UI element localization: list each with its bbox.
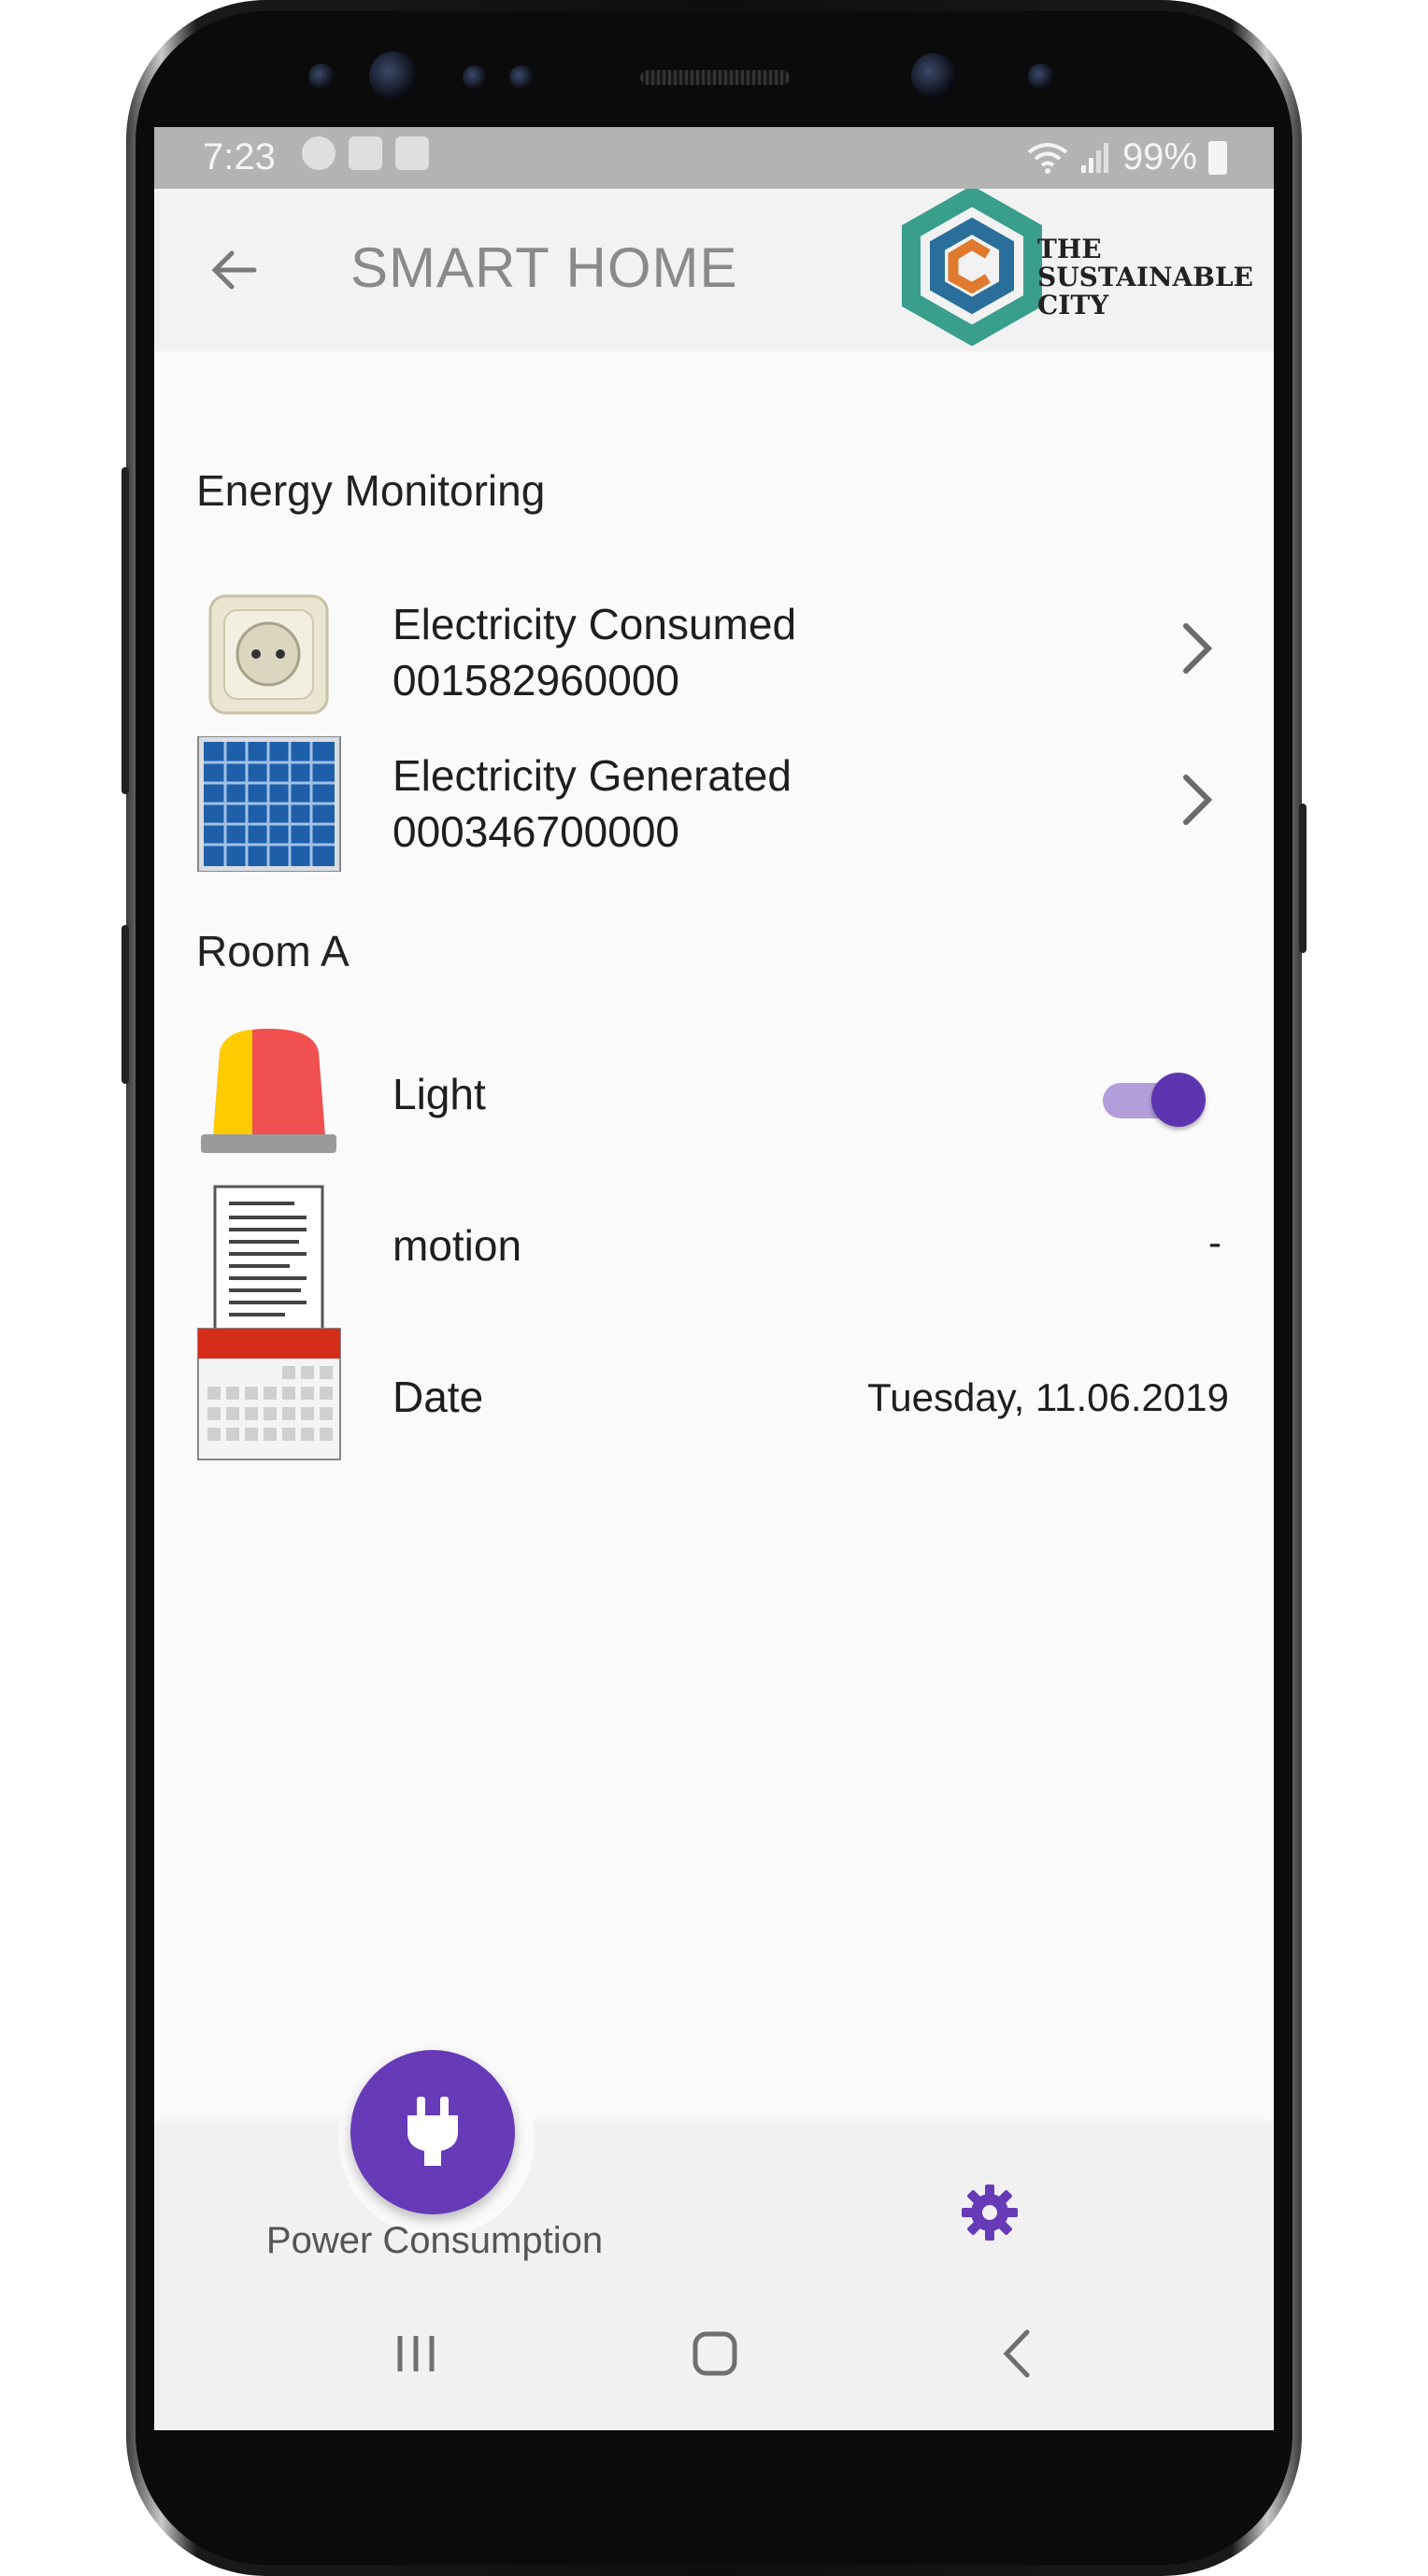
arrow-left-icon: [211, 250, 257, 290]
electricity-consumed-value: 001582960000: [393, 656, 679, 704]
logo-line: CITY: [1037, 290, 1109, 320]
section-title-room: Room A: [196, 927, 350, 975]
list-item-electricity-consumed[interactable]: Electricity Consumed 001582960000: [196, 576, 1229, 716]
chevron-right-icon: [1183, 775, 1213, 825]
front-camera: [369, 51, 418, 100]
sensor: [1028, 64, 1054, 90]
app-bar: SMART HOME THE SUSTAINABLE CITY: [154, 189, 1274, 351]
motion-label: motion: [393, 1221, 522, 1270]
power-consumption-button[interactable]: [350, 2050, 515, 2214]
calendar-icon: [197, 1328, 341, 1460]
section-title-energy: Energy Monitoring: [196, 466, 546, 515]
system-navigation-bar: [154, 2284, 1274, 2430]
back-nav-icon[interactable]: [986, 2321, 1051, 2386]
electricity-generated-label: Electricity Generated: [393, 751, 792, 800]
power-socket-icon: [208, 594, 329, 715]
iris-camera: [911, 53, 956, 98]
logo-wordmark: THE SUSTAINABLE CITY: [1037, 235, 1253, 320]
list-item-electricity-generated[interactable]: Electricity Generated 000346700000: [196, 727, 1229, 872]
image-icon: [395, 136, 429, 170]
sensor: [308, 64, 335, 90]
recent-apps-icon[interactable]: [383, 2321, 449, 2386]
screen: 7:23 99% SMART HOME THE SUSTAINABLE CITY…: [154, 127, 1274, 2430]
electricity-consumed-label: Electricity Consumed: [393, 600, 797, 648]
document-icon: [213, 1185, 324, 1330]
power-plug-icon: [407, 2097, 458, 2166]
list-item-date: Date Tuesday, 11.06.2019: [196, 1327, 1229, 1467]
date-value: Tuesday, 11.06.2019: [867, 1375, 1229, 1419]
light-toggle[interactable]: [1103, 1069, 1206, 1127]
motion-value: -: [1208, 1220, 1221, 1264]
page-title: SMART HOME: [350, 236, 738, 299]
spotify-icon: [302, 136, 336, 170]
battery-percent: 99%: [1121, 136, 1197, 178]
light-label: Light: [393, 1070, 486, 1118]
sustainable-city-logo: THE SUSTAINABLE CITY: [902, 189, 1257, 351]
list-item-motion: motion -: [196, 1175, 1229, 1330]
solar-panel-icon: [197, 736, 341, 872]
home-icon[interactable]: [682, 2321, 748, 2386]
back-button[interactable]: [201, 237, 266, 303]
sensor: [463, 65, 487, 90]
date-label: Date: [393, 1373, 484, 1421]
chevron-right-icon: [1183, 623, 1213, 674]
notification-icons: [302, 136, 429, 170]
signal-icon: [1080, 142, 1108, 173]
power-consumption-label: Power Consumption: [265, 2220, 604, 2261]
ml-app-icon: [349, 136, 382, 170]
electricity-generated-value: 000346700000: [393, 807, 679, 856]
earpiece-speaker: [640, 70, 790, 85]
toggle-thumb: [1151, 1073, 1206, 1127]
logo-line: THE: [1037, 234, 1102, 264]
alarm-light-icon: [201, 1029, 336, 1153]
gear-icon[interactable]: [960, 2183, 1020, 2242]
logo-line: SUSTAINABLE: [1037, 262, 1253, 292]
status-bar: 7:23 99%: [154, 127, 1274, 189]
side-button: [121, 467, 129, 794]
status-right: 99%: [1027, 136, 1227, 178]
side-button: [1299, 804, 1307, 953]
wifi-icon: [1027, 142, 1068, 174]
status-time: 7:23: [203, 136, 276, 178]
sensor: [509, 65, 534, 90]
battery-icon: [1208, 140, 1227, 175]
list-item-light: Light: [196, 1024, 1229, 1164]
side-button: [121, 925, 129, 1084]
hexagon-logo-icon: [902, 189, 1042, 347]
